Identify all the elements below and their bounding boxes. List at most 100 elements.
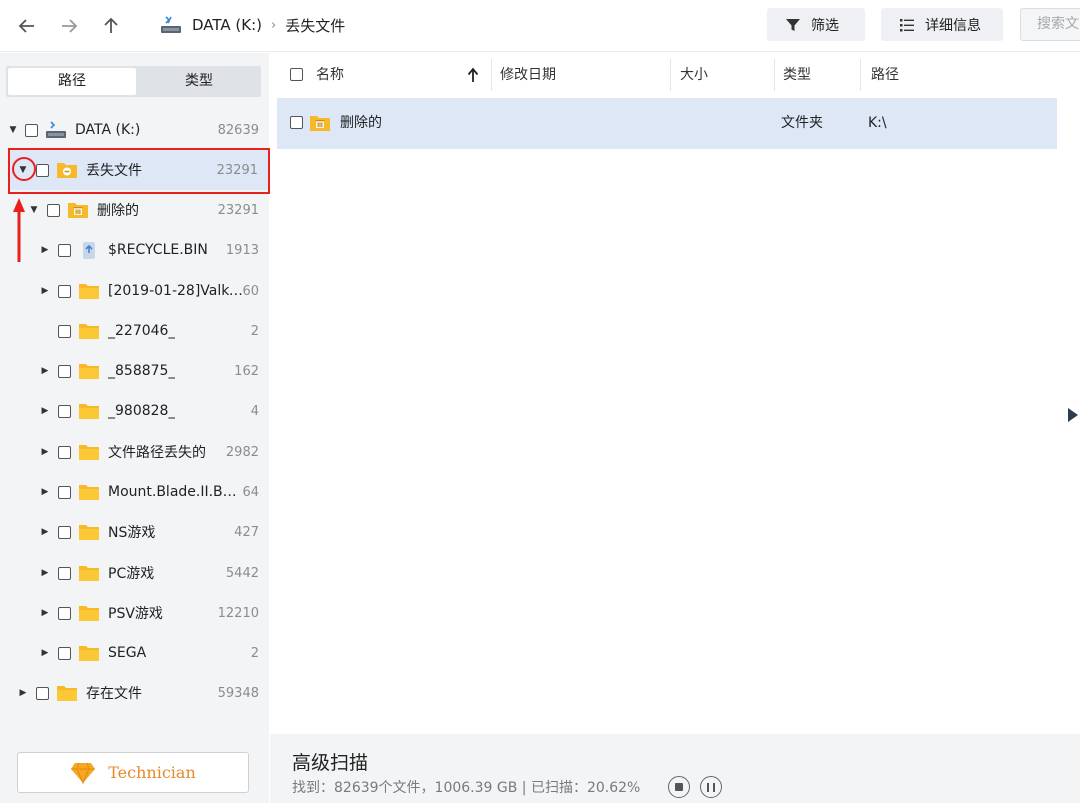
folder-icon	[79, 364, 99, 379]
list-header: 名称 修改日期 大小 类型 路径	[270, 53, 1080, 97]
select-all-checkbox[interactable]	[290, 68, 303, 81]
tree-item[interactable]: ▼ 丢失文件 23291	[10, 150, 268, 190]
tree-item-label: Mount.Blade.II.Bannerlord	[108, 484, 239, 500]
diamond-icon	[71, 762, 96, 784]
expand-arrow-icon[interactable]: ▶	[40, 487, 50, 497]
tree-item-count: 59348	[217, 685, 259, 701]
breadcrumb-drive[interactable]: DATA (K:)	[192, 16, 262, 34]
tree-checkbox[interactable]	[58, 243, 71, 257]
tree-item[interactable]: ▶ NS游戏 427	[0, 512, 269, 552]
tab-type[interactable]: 类型	[137, 66, 261, 97]
back-button[interactable]	[14, 13, 40, 39]
expand-arrow-icon[interactable]: ▶	[40, 366, 50, 376]
forward-button[interactable]	[56, 13, 82, 39]
tree-item[interactable]: ▶ PSV游戏 12210	[0, 593, 269, 633]
tree-checkbox[interactable]	[47, 203, 60, 217]
expand-arrow-icon[interactable]: ▶	[18, 688, 28, 698]
collapse-arrow-icon[interactable]: ▼	[8, 125, 18, 135]
tree-item-count: 5442	[225, 565, 259, 581]
tree-item[interactable]: ▶ _980828_ 4	[0, 391, 269, 431]
expand-arrow-icon[interactable]: ▶	[40, 568, 50, 578]
tree-checkbox[interactable]	[58, 485, 71, 499]
collapse-arrow-icon[interactable]: ▼	[18, 165, 28, 175]
search-input[interactable]: 搜索文	[1020, 8, 1080, 41]
column-path[interactable]: 路径	[871, 53, 899, 97]
tree-item-label: 存在文件	[86, 686, 142, 702]
expand-arrow-icon[interactable]: ▶	[40, 608, 50, 618]
tree-item[interactable]: ▶ 文件路径丢失的 2982	[0, 432, 269, 472]
column-modified[interactable]: 修改日期	[500, 53, 556, 97]
expand-arrow-icon[interactable]: ▶	[40, 286, 50, 296]
tree-checkbox[interactable]	[58, 284, 71, 298]
filter-button[interactable]: 筛选	[767, 8, 865, 41]
details-label: 详细信息	[925, 17, 981, 34]
column-type[interactable]: 类型	[783, 53, 811, 97]
tree-item[interactable]: ▶ _858875_ 162	[0, 351, 269, 391]
tree-item-label: DATA (K:)	[75, 122, 141, 138]
tree-item[interactable]: ▼ 删除的 23291	[0, 190, 269, 230]
scan-progress-text: 找到：82639个文件，1006.39 GB | 已扫描：20.62%	[292, 780, 641, 796]
expand-arrow-icon[interactable]: ▶	[40, 648, 50, 658]
collapse-arrow-icon[interactable]: ▼	[29, 205, 39, 215]
column-name[interactable]: 名称	[316, 53, 344, 97]
technician-label: Technician	[108, 763, 196, 782]
column-divider[interactable]	[491, 59, 492, 91]
drive-icon	[46, 121, 66, 138]
tree-checkbox[interactable]	[58, 646, 71, 660]
tree-item-count: 427	[234, 524, 259, 540]
tree-item[interactable]: ▶ PC游戏 5442	[0, 553, 269, 593]
tree-item-count: 1913	[225, 242, 259, 258]
expand-arrow-icon[interactable]: ▶	[40, 245, 50, 255]
deleted-folder-icon	[310, 116, 330, 131]
tree-item-count: 4	[250, 403, 259, 419]
tree-item-label: 删除的	[97, 203, 139, 219]
pause-icon	[707, 782, 715, 792]
list-icon	[900, 18, 914, 31]
expand-arrow-icon[interactable]: ▶	[40, 527, 50, 537]
tree-checkbox[interactable]	[25, 123, 38, 137]
tree-item[interactable]: ▼ DATA (K:) 82639	[0, 110, 269, 150]
folder-icon	[79, 525, 99, 540]
scan-title: 高级扫描	[292, 752, 369, 774]
arrow-up-icon	[104, 17, 118, 33]
row-name: 删除的	[340, 115, 382, 131]
stop-button[interactable]	[668, 776, 690, 798]
tree-checkbox[interactable]	[58, 606, 71, 620]
column-divider[interactable]	[670, 59, 671, 91]
tree-item[interactable]: ▶ SEGA 2	[0, 633, 269, 673]
tree-item[interactable]: _227046_ 2	[0, 311, 269, 351]
tree-checkbox[interactable]	[58, 525, 71, 539]
toolbar: DATA (K:) › 丢失文件 筛选 详细信息 搜索文	[0, 0, 1080, 52]
tree-item[interactable]: ▶ 存在文件 59348	[0, 673, 269, 713]
tree-checkbox[interactable]	[58, 364, 71, 378]
breadcrumb-current[interactable]: 丢失文件	[285, 15, 345, 36]
details-button[interactable]: 详细信息	[881, 8, 1003, 41]
tree-checkbox[interactable]	[58, 566, 71, 580]
tree-item-label: [2019-01-28]Valkyrie	[108, 283, 244, 299]
sort-ascending-icon[interactable]	[467, 67, 479, 83]
column-divider[interactable]	[860, 59, 861, 91]
tab-path[interactable]: 路径	[8, 68, 136, 95]
tree-checkbox[interactable]	[36, 163, 49, 177]
tree-checkbox[interactable]	[58, 324, 71, 338]
column-size[interactable]: 大小	[680, 53, 708, 97]
arrow-right-icon	[62, 19, 78, 33]
up-button[interactable]	[98, 13, 124, 39]
expand-panel-icon[interactable]	[1066, 405, 1080, 425]
pause-button[interactable]	[700, 776, 722, 798]
technician-button[interactable]: Technician	[17, 752, 249, 793]
row-checkbox[interactable]	[290, 116, 303, 129]
tree-checkbox[interactable]	[36, 686, 49, 700]
filter-label: 筛选	[811, 17, 839, 34]
tree-checkbox[interactable]	[58, 404, 71, 418]
column-divider[interactable]	[774, 59, 775, 91]
expand-arrow-icon[interactable]: ▶	[40, 406, 50, 416]
filter-icon	[786, 18, 800, 31]
folder-icon	[79, 606, 99, 621]
tree-checkbox[interactable]	[58, 445, 71, 459]
table-row[interactable]: 删除的 文件夹 K:\	[277, 98, 1057, 149]
tree-item[interactable]: ▶ Mount.Blade.II.Bannerlord64	[0, 472, 269, 512]
tree-item[interactable]: ▶ [2019-01-28]Valkyrie 60	[0, 271, 269, 311]
tree-item[interactable]: ▶ $RECYCLE.BIN 1913	[0, 230, 269, 270]
expand-arrow-icon[interactable]: ▶	[40, 447, 50, 457]
